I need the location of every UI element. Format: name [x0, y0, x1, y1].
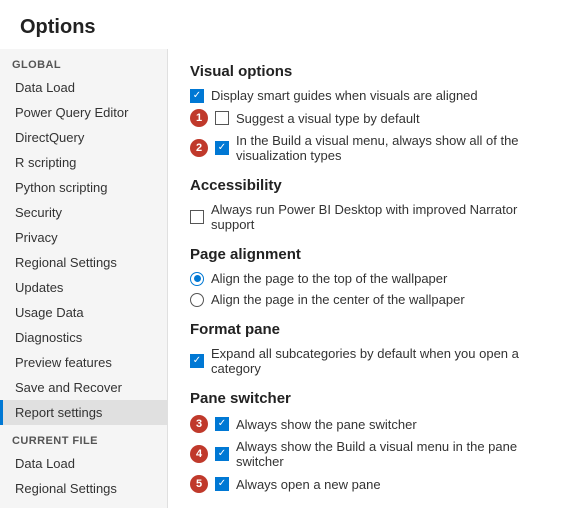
- sidebar-item-diagnostics[interactable]: Diagnostics: [0, 325, 167, 350]
- sidebar-item-usage-data[interactable]: Usage Data: [0, 300, 167, 325]
- sidebar-item-regional-settings[interactable]: Regional Settings: [0, 250, 167, 275]
- section-heading-2: Page alignment: [190, 246, 539, 263]
- badge-1: 1: [190, 109, 208, 127]
- sidebar: GLOBAL Data LoadPower Query EditorDirect…: [0, 49, 168, 508]
- badge-4: 4: [190, 445, 208, 463]
- badge-3: 3: [190, 415, 208, 433]
- option-label-4-1: Always show the Build a visual menu in t…: [236, 439, 539, 469]
- sidebar-item-directquery[interactable]: DirectQuery: [0, 125, 167, 150]
- option-row-4-0[interactable]: 3 Always show the pane switcher: [190, 415, 539, 433]
- sidebar-item-power-query-editor[interactable]: Power Query Editor: [0, 100, 167, 125]
- option-row-0-0[interactable]: Display smart guides when visuals are al…: [190, 88, 539, 103]
- option-row-1-0[interactable]: Always run Power BI Desktop with improve…: [190, 202, 539, 232]
- sidebar-item-updates[interactable]: Updates: [0, 275, 167, 300]
- option-row-2-1[interactable]: Align the page in the center of the wall…: [190, 292, 539, 307]
- radio-2-1[interactable]: [190, 293, 204, 307]
- option-label-2-1: Align the page in the center of the wall…: [211, 292, 465, 307]
- checkbox-4-2[interactable]: [215, 477, 229, 491]
- option-row-3-0[interactable]: Expand all subcategories by default when…: [190, 346, 539, 376]
- checkbox-4-1[interactable]: [215, 447, 229, 461]
- sidebar-item-r-scripting[interactable]: R scripting: [0, 150, 167, 175]
- section-heading-4: Pane switcher: [190, 390, 539, 407]
- option-label-4-0: Always show the pane switcher: [236, 417, 417, 432]
- checkbox-1-0[interactable]: [190, 210, 204, 224]
- checkbox-0-1[interactable]: [215, 111, 229, 125]
- sidebar-item-privacy[interactable]: Privacy: [0, 225, 167, 250]
- sidebar-item-python-scripting[interactable]: Python scripting: [0, 175, 167, 200]
- option-row-0-1[interactable]: 1 Suggest a visual type by default: [190, 109, 539, 127]
- main-content: Visual options Display smart guides when …: [168, 49, 561, 508]
- checkbox-0-0[interactable]: [190, 89, 204, 103]
- sidebar-item-security[interactable]: Security: [0, 200, 167, 225]
- sidebar-global-label: GLOBAL: [0, 49, 167, 75]
- checkbox-0-2[interactable]: [215, 141, 229, 155]
- option-label-4-2: Always open a new pane: [236, 477, 381, 492]
- badge-5: 5: [190, 475, 208, 493]
- option-label-0-0: Display smart guides when visuals are al…: [211, 88, 478, 103]
- option-label-0-1: Suggest a visual type by default: [236, 111, 420, 126]
- option-label-0-2: In the Build a visual menu, always show …: [236, 133, 539, 163]
- option-row-2-0[interactable]: Align the page to the top of the wallpap…: [190, 271, 539, 286]
- radio-2-0[interactable]: [190, 272, 204, 286]
- option-label-1-0: Always run Power BI Desktop with improve…: [211, 202, 539, 232]
- option-row-4-2[interactable]: 5 Always open a new pane: [190, 475, 539, 493]
- sidebar-currentfile-label: CURRENT FILE: [0, 425, 167, 451]
- section-heading-1: Accessibility: [190, 177, 539, 194]
- option-row-4-1[interactable]: 4 Always show the Build a visual menu in …: [190, 439, 539, 469]
- sidebar-cf-item-regional-settings[interactable]: Regional Settings: [0, 476, 167, 501]
- sidebar-item-data-load[interactable]: Data Load: [0, 75, 167, 100]
- option-label-3-0: Expand all subcategories by default when…: [211, 346, 539, 376]
- page-title: Options: [0, 0, 561, 49]
- checkbox-3-0[interactable]: [190, 354, 204, 368]
- sidebar-item-save-and-recover[interactable]: Save and Recover: [0, 375, 167, 400]
- sidebar-item-report-settings[interactable]: Report settings: [0, 400, 167, 425]
- option-row-0-2[interactable]: 2 In the Build a visual menu, always show…: [190, 133, 539, 163]
- checkbox-4-0[interactable]: [215, 417, 229, 431]
- option-label-2-0: Align the page to the top of the wallpap…: [211, 271, 447, 286]
- section-heading-3: Format pane: [190, 321, 539, 338]
- sidebar-cf-item-data-load[interactable]: Data Load: [0, 451, 167, 476]
- sidebar-item-preview-features[interactable]: Preview features: [0, 350, 167, 375]
- section-heading-0: Visual options: [190, 63, 539, 80]
- badge-2: 2: [190, 139, 208, 157]
